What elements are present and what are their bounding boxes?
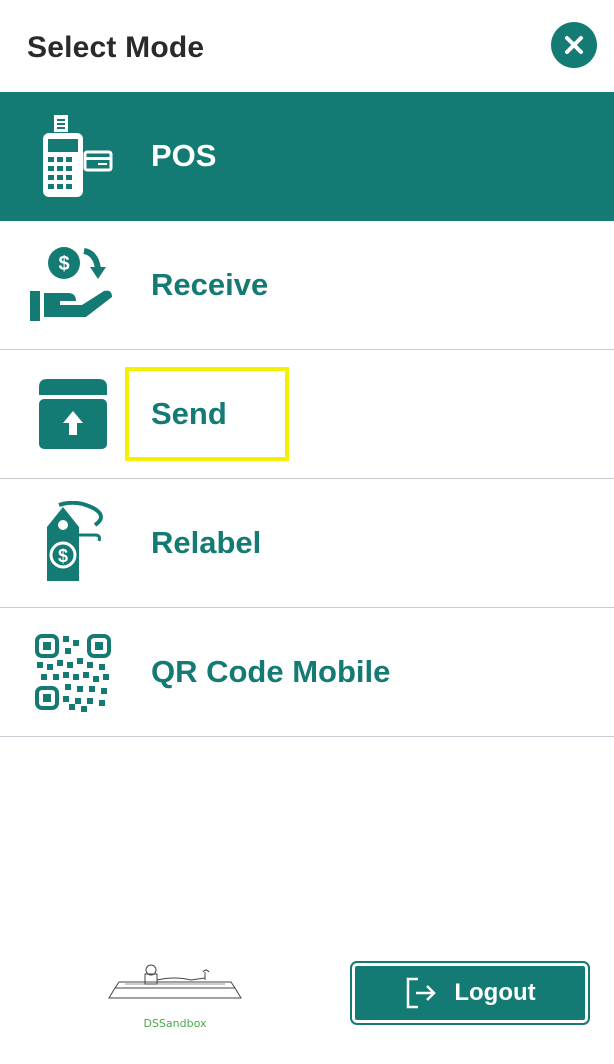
receive-money-icon: $ — [28, 241, 118, 329]
company-logo: DSSandbox — [105, 940, 245, 1055]
svg-text:$: $ — [58, 253, 69, 275]
mode-menu: POS $ Receive Send $ Relabel QR Code Mob… — [0, 92, 614, 737]
logo-image — [108, 964, 242, 999]
logo-text: DSSandbox — [143, 1017, 207, 1030]
logout-icon — [407, 977, 437, 1009]
logout-button[interactable]: Logout — [350, 961, 590, 1025]
price-tag-icon: $ — [28, 499, 118, 587]
menu-item-label: POS — [151, 138, 217, 173]
menu-item-label: Send — [151, 396, 227, 431]
send-box-icon — [28, 370, 118, 458]
menu-item-label: QR Code Mobile — [151, 654, 391, 689]
menu-item-receive[interactable]: $ Receive — [0, 221, 614, 350]
pos-terminal-icon — [28, 112, 118, 200]
menu-item-pos[interactable]: POS — [0, 92, 614, 221]
menu-item-qr-code-mobile[interactable]: QR Code Mobile — [0, 608, 614, 737]
close-icon — [565, 36, 583, 54]
menu-item-relabel[interactable]: $ Relabel — [0, 479, 614, 608]
qr-code-icon — [28, 628, 118, 716]
logout-label: Logout — [454, 979, 536, 1006]
page-title: Select Mode — [27, 31, 205, 64]
header: Select Mode — [0, 0, 614, 92]
menu-item-label: Relabel — [151, 525, 262, 560]
menu-item-label: Receive — [151, 267, 269, 302]
close-button[interactable] — [551, 22, 597, 68]
svg-text:$: $ — [58, 546, 68, 566]
menu-item-send[interactable]: Send — [0, 350, 614, 479]
